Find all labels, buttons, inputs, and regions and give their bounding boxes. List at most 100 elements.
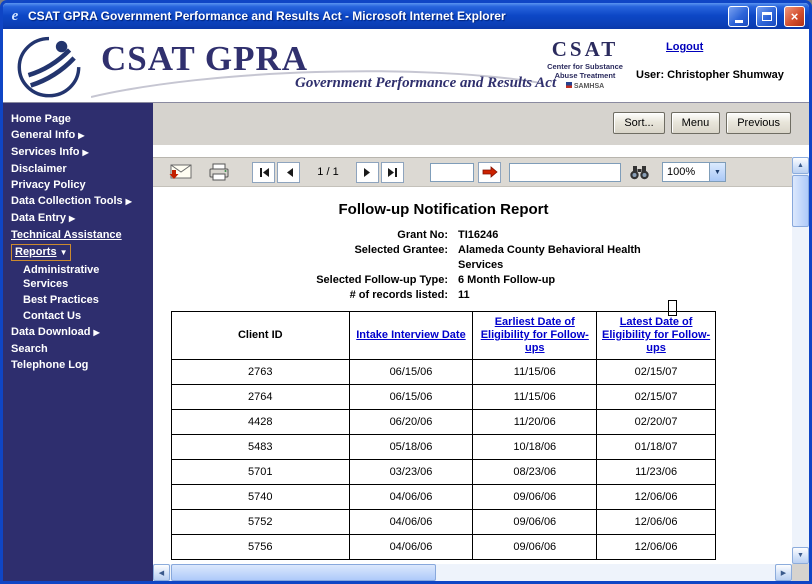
csat-logo-line2: Abuse Treatment bbox=[540, 71, 630, 80]
sidebar-item-label: Best Practices bbox=[23, 294, 99, 306]
sidebar-item-label: Data Collection Tools bbox=[11, 195, 123, 207]
scrollbar-corner bbox=[792, 564, 809, 581]
hhs-logo-icon bbox=[13, 34, 85, 98]
menu-button[interactable]: Menu bbox=[671, 112, 721, 134]
vertical-scrollbar[interactable]: ▲ ▼ bbox=[792, 157, 809, 564]
logout-link[interactable]: Logout bbox=[666, 41, 703, 53]
sidebar-item-label: General Info bbox=[11, 129, 75, 141]
sidebar-item-reports[interactable]: Reports▼ bbox=[3, 243, 153, 262]
report-page: Follow-up Notification Report Grant No: … bbox=[153, 187, 792, 564]
sidebar-item-home-page[interactable]: Home Page bbox=[3, 111, 153, 127]
sidebar-item-administrative-services[interactable]: Administrative Services bbox=[3, 262, 123, 292]
sidebar-item-label: Data Download bbox=[11, 326, 90, 338]
sidebar-item-label: Home Page bbox=[11, 113, 71, 125]
internet-explorer-icon: e bbox=[7, 8, 23, 24]
records-listed-value: 11 bbox=[458, 288, 673, 303]
scroll-right-icon[interactable]: ▶ bbox=[775, 564, 792, 581]
report-viewer-toolbar: 1 / 1 bbox=[153, 157, 792, 187]
maximize-icon bbox=[762, 12, 772, 21]
chevron-down-icon: ▼ bbox=[709, 163, 725, 181]
previous-button[interactable]: Previous bbox=[726, 112, 791, 134]
column-header-earliest-eligibility[interactable]: Earliest Date of Eligibility for Follow-… bbox=[481, 316, 589, 354]
expanded-arrow-icon: ▼ bbox=[60, 248, 68, 257]
column-header-latest-eligibility[interactable]: Latest Date of Eligibility for Follow-up… bbox=[602, 316, 710, 354]
sidebar-item-services-info[interactable]: Services Info▶ bbox=[3, 144, 153, 161]
earliest-date-cell: 10/18/06 bbox=[473, 435, 597, 460]
earliest-date-cell: 09/06/06 bbox=[473, 485, 597, 510]
table-row: 276406/15/0611/15/0602/15/07 bbox=[172, 385, 716, 410]
column-header-intake-interview-date[interactable]: Intake Interview Date bbox=[356, 329, 465, 341]
latest-date-cell: 02/15/07 bbox=[597, 360, 716, 385]
previous-page-button[interactable] bbox=[277, 162, 300, 183]
sidebar-item-label: Contact Us bbox=[23, 310, 81, 322]
print-icon[interactable] bbox=[208, 163, 230, 181]
report-viewer: 1 / 1 bbox=[153, 145, 809, 581]
next-page-button[interactable] bbox=[356, 162, 379, 183]
sidebar-item-data-entry[interactable]: Data Entry▶ bbox=[3, 210, 153, 227]
minimize-button[interactable] bbox=[728, 6, 749, 27]
latest-date-cell: 11/23/06 bbox=[597, 460, 716, 485]
sidebar-item-telephone-log[interactable]: Telephone Log bbox=[3, 357, 153, 373]
samhsa-flag-icon bbox=[566, 82, 572, 88]
sidebar-item-privacy-policy[interactable]: Privacy Policy bbox=[3, 177, 153, 193]
goto-page-button[interactable] bbox=[478, 162, 501, 183]
sidebar-item-label: Data Entry bbox=[11, 212, 66, 224]
sidebar-item-data-collection-tools[interactable]: Data Collection Tools▶ bbox=[3, 193, 153, 210]
sidebar-item-data-download[interactable]: Data Download▶ bbox=[3, 324, 153, 341]
sidebar-nav: Home Page General Info▶ Services Info▶ D… bbox=[3, 103, 153, 581]
find-binoculars-icon[interactable] bbox=[629, 165, 650, 180]
selected-grantee-value: Alameda County Behavioral Health Service… bbox=[458, 243, 673, 273]
zoom-select[interactable]: 100% ▼ bbox=[662, 162, 726, 182]
sidebar-item-label: Search bbox=[11, 343, 48, 355]
horizontal-scrollbar[interactable]: ◀ ▶ bbox=[153, 564, 792, 581]
csat-logo-title: CSAT bbox=[540, 37, 630, 62]
earliest-date-cell: 09/06/06 bbox=[473, 510, 597, 535]
vertical-scroll-thumb[interactable] bbox=[792, 175, 809, 227]
client-id-cell: 5740 bbox=[172, 485, 350, 510]
sidebar-item-label: Administrative Services bbox=[23, 264, 99, 290]
window-title: CSAT GPRA Government Performance and Res… bbox=[28, 9, 721, 23]
samhsa-text: SAMHSA bbox=[574, 83, 604, 90]
sidebar-item-contact-us[interactable]: Contact Us bbox=[3, 308, 123, 324]
horizontal-scroll-thumb[interactable] bbox=[171, 564, 436, 581]
grant-no-label: Grant No: bbox=[171, 228, 458, 243]
sidebar-item-label: Technical Assistance bbox=[11, 229, 122, 241]
intake-date-cell: 03/23/06 bbox=[349, 460, 473, 485]
first-page-button[interactable] bbox=[252, 162, 275, 183]
zoom-value: 100% bbox=[663, 166, 709, 178]
goto-page-input[interactable] bbox=[430, 163, 474, 182]
intake-date-cell: 04/06/06 bbox=[349, 535, 473, 560]
sort-button[interactable]: Sort... bbox=[613, 112, 664, 134]
sidebar-item-search[interactable]: Search bbox=[3, 341, 153, 357]
sidebar-item-best-practices[interactable]: Best Practices bbox=[3, 292, 123, 308]
latest-date-cell: 12/06/06 bbox=[597, 510, 716, 535]
csat-logo-line1: Center for Substance bbox=[540, 62, 630, 71]
sidebar-item-technical-assistance[interactable]: Technical Assistance bbox=[3, 227, 153, 243]
intake-date-cell: 05/18/06 bbox=[349, 435, 473, 460]
brand-subtitle: Government Performance and Results Act bbox=[295, 75, 556, 92]
page-indicator: 1 / 1 bbox=[302, 166, 354, 178]
main-content: Sort... Menu Previous bbox=[153, 103, 809, 581]
table-row: 575604/06/0609/06/0612/06/06 bbox=[172, 535, 716, 560]
latest-date-cell: 02/20/07 bbox=[597, 410, 716, 435]
brand-title: CSAT GPRA bbox=[101, 39, 308, 79]
sidebar-item-general-info[interactable]: General Info▶ bbox=[3, 127, 153, 144]
latest-date-cell: 12/06/06 bbox=[597, 485, 716, 510]
table-row: 570103/23/0608/23/0611/23/06 bbox=[172, 460, 716, 485]
sidebar-item-disclaimer[interactable]: Disclaimer bbox=[3, 161, 153, 177]
close-button[interactable]: × bbox=[784, 6, 805, 27]
records-listed-label: # of records listed: bbox=[171, 288, 458, 303]
scroll-up-icon[interactable]: ▲ bbox=[792, 157, 809, 174]
client-id-cell: 2764 bbox=[172, 385, 350, 410]
export-email-icon[interactable] bbox=[167, 163, 192, 181]
table-row: 548305/18/0610/18/0601/18/07 bbox=[172, 435, 716, 460]
scroll-down-icon[interactable]: ▼ bbox=[792, 547, 809, 564]
search-text-input[interactable] bbox=[509, 163, 621, 182]
scroll-left-icon[interactable]: ◀ bbox=[153, 564, 170, 581]
last-page-button[interactable] bbox=[381, 162, 404, 183]
report-actions: Sort... Menu Previous bbox=[153, 103, 809, 145]
title-bar[interactable]: e CSAT GPRA Government Performance and R… bbox=[3, 3, 809, 29]
client-id-cell: 5752 bbox=[172, 510, 350, 535]
minimize-icon bbox=[735, 20, 743, 23]
maximize-button[interactable] bbox=[756, 6, 777, 27]
